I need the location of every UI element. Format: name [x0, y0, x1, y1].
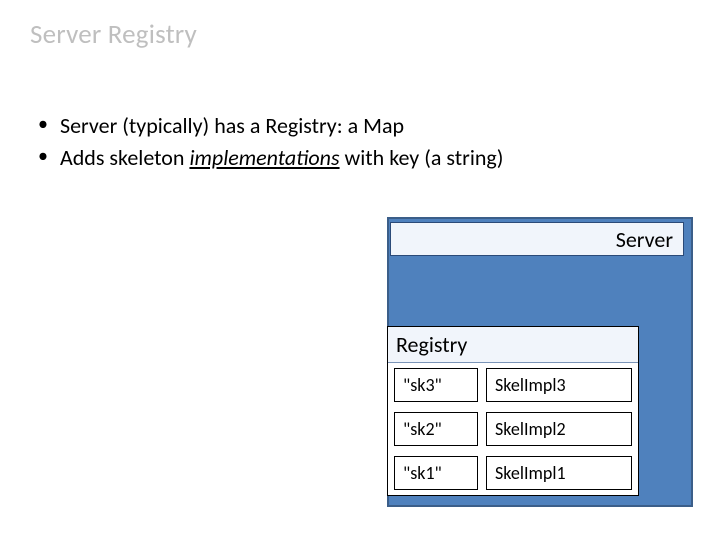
- server-label: Server: [390, 222, 684, 256]
- registry-box: Registry "sk3" SkelImpl3 "sk2" SkelImpl2…: [387, 326, 639, 496]
- registry-key: "sk2": [394, 412, 478, 446]
- slide-title: Server Registry: [30, 18, 197, 51]
- registry-key: "sk3": [394, 368, 478, 402]
- table-row: "sk1" SkelImpl1: [388, 451, 638, 495]
- bullet-2-ital: implementations: [189, 144, 339, 171]
- bullet-1: Server (typically) has a Registry: a Map: [38, 110, 503, 142]
- bullet-2: Adds skeleton implementations with key (…: [38, 142, 503, 174]
- server-box: Server Registry "sk3" SkelImpl3 "sk2" Sk…: [387, 217, 693, 507]
- registry-value: SkelImpl1: [486, 456, 632, 490]
- bullet-2-post: with key (a string): [340, 144, 504, 171]
- bullet-1-text: Server (typically) has a Registry: a Map: [60, 112, 404, 139]
- table-row: "sk3" SkelImpl3: [388, 363, 638, 407]
- registry-key: "sk1": [394, 456, 478, 490]
- registry-value: SkelImpl3: [486, 368, 632, 402]
- bullet-2-pre: Adds skeleton: [60, 144, 189, 171]
- table-row: "sk2" SkelImpl2: [388, 407, 638, 451]
- registry-header: Registry: [388, 327, 638, 363]
- registry-value: SkelImpl2: [486, 412, 632, 446]
- bullet-list: Server (typically) has a Registry: a Map…: [38, 110, 503, 174]
